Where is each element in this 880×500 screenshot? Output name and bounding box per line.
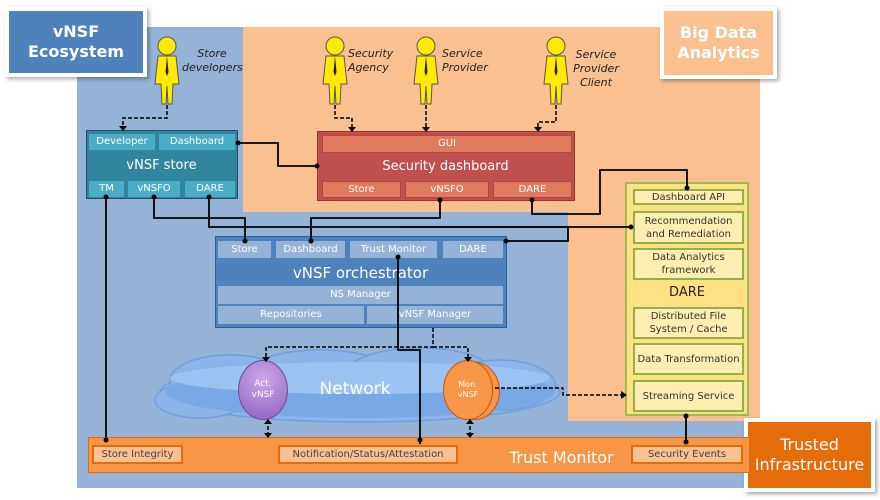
connectors: [103, 105, 690, 445]
